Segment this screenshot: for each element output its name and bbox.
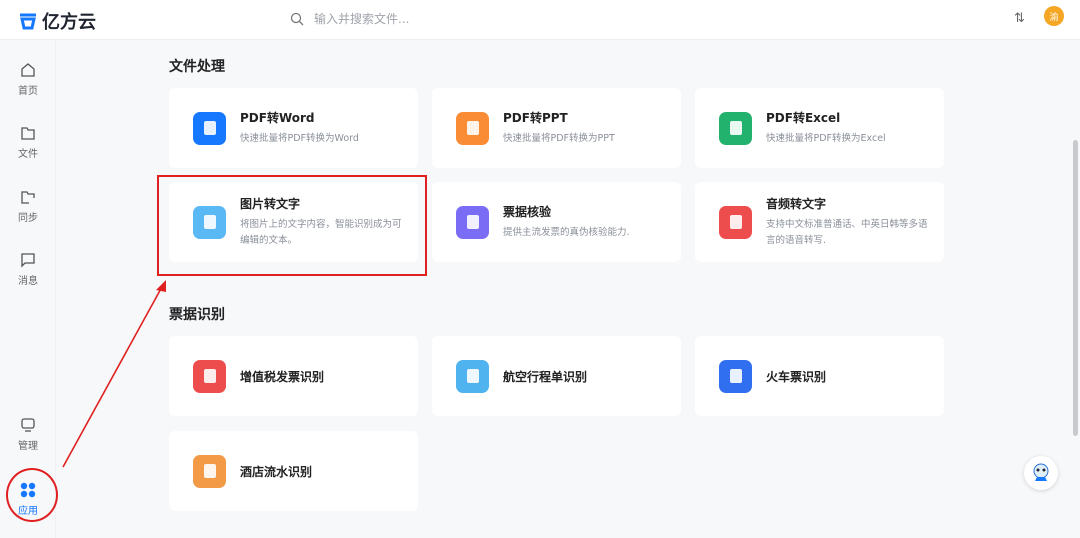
assistant-bot-button[interactable] xyxy=(1024,456,1058,490)
robot-icon xyxy=(1033,463,1049,481)
annotation-arrow xyxy=(62,280,166,468)
scrollbar[interactable] xyxy=(1073,140,1078,436)
